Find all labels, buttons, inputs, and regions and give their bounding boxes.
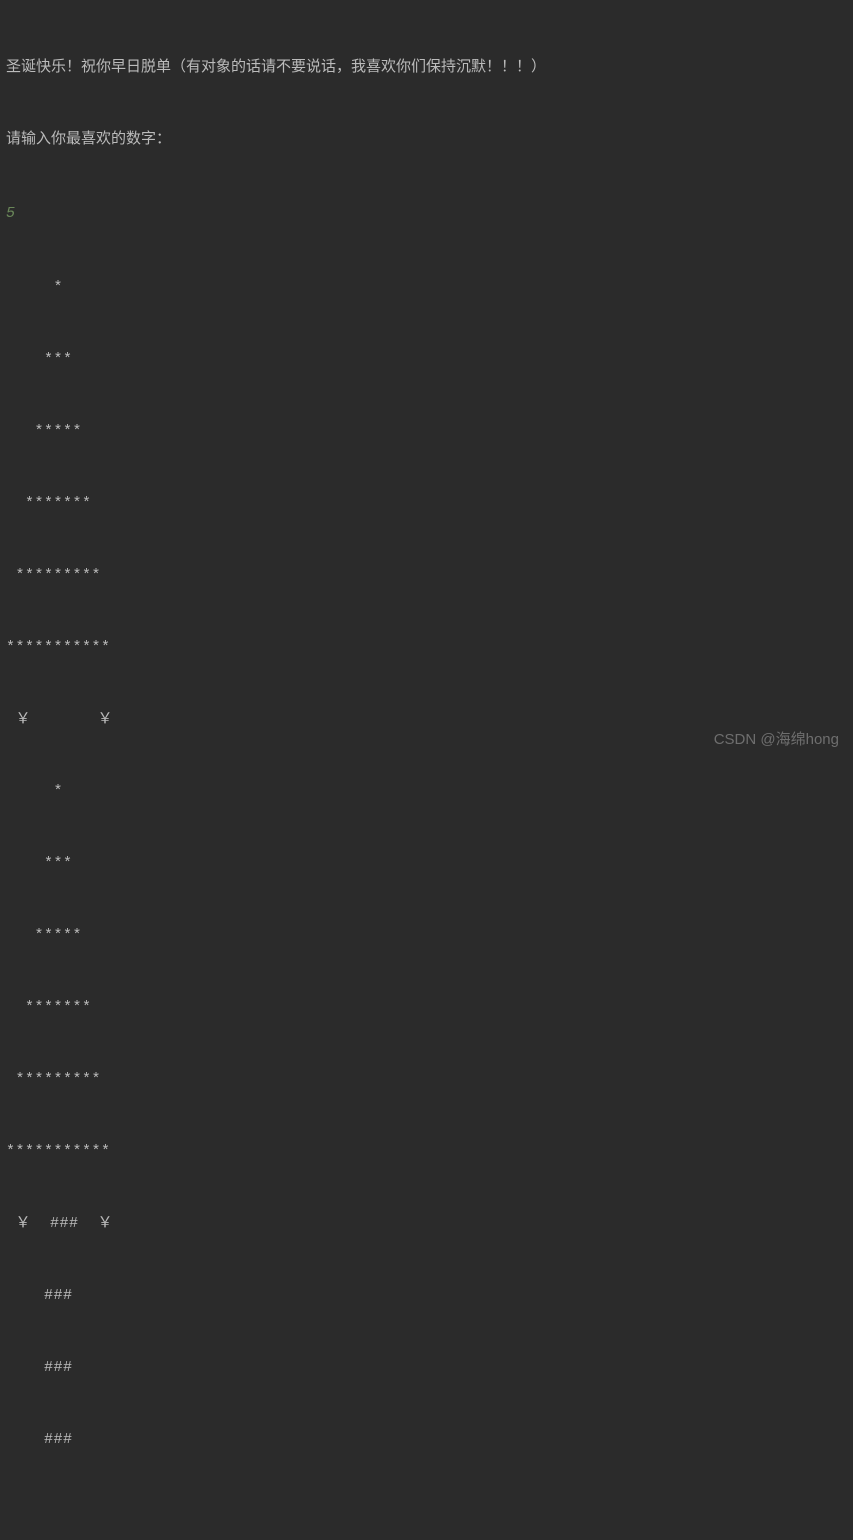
tree-line: ***** xyxy=(6,924,847,948)
watermark-text: CSDN @海绵hong xyxy=(714,728,839,752)
tree-line: ***** xyxy=(6,420,847,444)
tree-line: * xyxy=(6,780,847,804)
tree-line: ### xyxy=(6,1428,847,1452)
tree-line: ### xyxy=(6,1356,847,1380)
greeting-text: 圣诞快乐！祝你早日脱单（有对象的话请不要说话，我喜欢你们保持沉默！！！） xyxy=(6,56,847,80)
tree-line: ### xyxy=(6,1284,847,1308)
tree-line: *********** xyxy=(6,1140,847,1164)
tree-line: * xyxy=(6,276,847,300)
user-input-value: 5 xyxy=(6,202,847,226)
tree-line: ******* xyxy=(6,996,847,1020)
tree-line: ￥ ### ￥ xyxy=(6,1212,847,1236)
blank-line xyxy=(6,1500,847,1524)
tree-line: *** xyxy=(6,348,847,372)
tree-line: *********** xyxy=(6,636,847,660)
tree-line: ********* xyxy=(6,1068,847,1092)
tree-line: ********* xyxy=(6,564,847,588)
input-prompt: 请输入你最喜欢的数字： xyxy=(6,128,847,152)
tree-line: ******* xyxy=(6,492,847,516)
console-output: 圣诞快乐！祝你早日脱单（有对象的话请不要说话，我喜欢你们保持沉默！！！） 请输入… xyxy=(6,8,847,1540)
tree-line: *** xyxy=(6,852,847,876)
